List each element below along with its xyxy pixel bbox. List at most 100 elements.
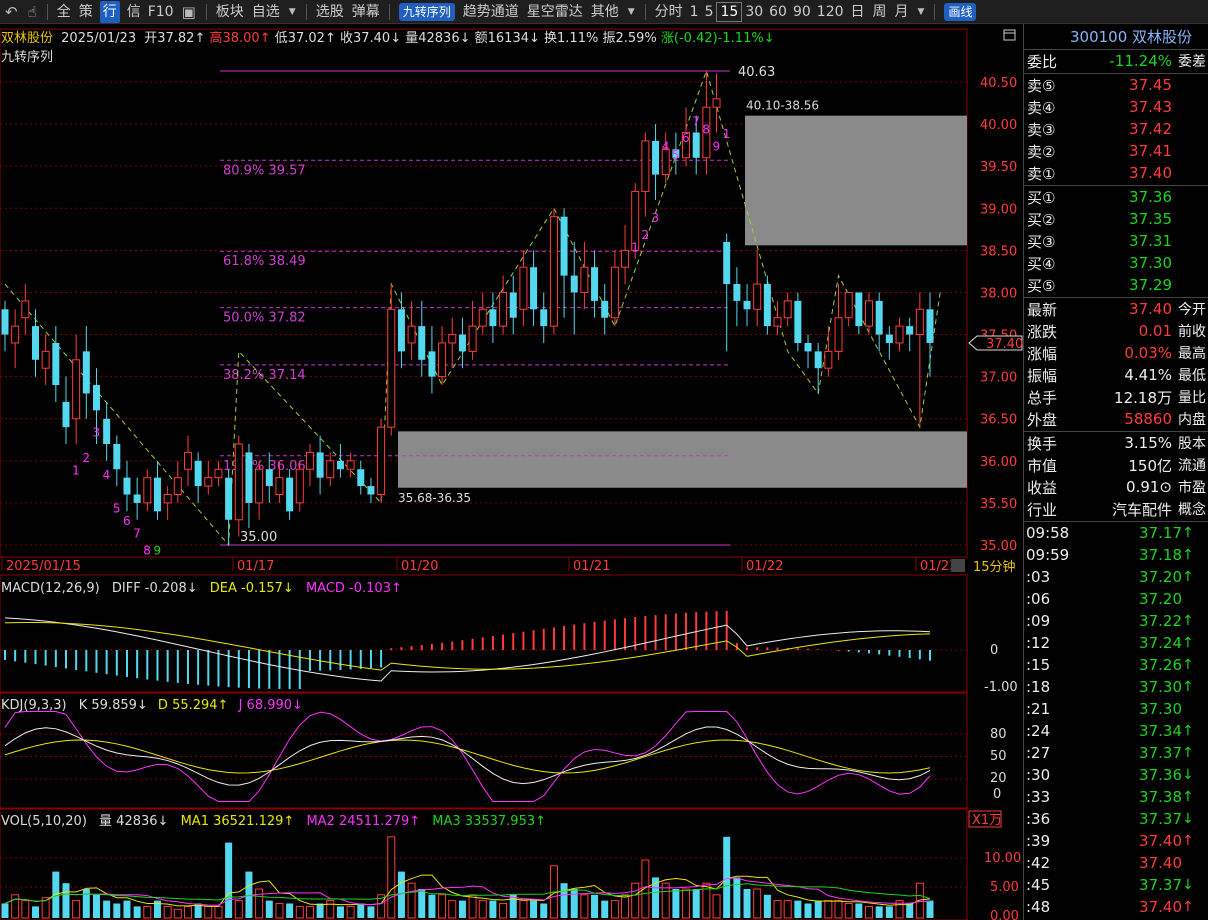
tick-list[interactable]: 09:58 37.17 ↑ 09:59 37.18 ↑:03 37.20 ↑:06 37.20:… [1024,522,1208,918]
volume-bar [316,903,324,918]
tick-time: :39 [1026,832,1051,850]
candle-body [773,317,782,327]
candle-body [478,308,487,327]
period-15[interactable]: 15 [716,1,743,22]
left-arrow-icon[interactable]: ↶ [0,1,23,23]
tick-row: 09:58 37.17 ↑ [1024,522,1208,544]
fund-value: 3.15% [1124,434,1172,452]
bid-price: 37.36 [1129,188,1172,206]
volume-bar [672,889,680,918]
fib-label: 61.8% 38.49 [223,254,306,269]
volume-bar [712,894,721,919]
volume-bar [31,906,39,918]
toolbar-quan[interactable]: 全 [53,1,75,23]
period-fenshi[interactable]: 分时 [651,1,687,23]
candle-body [92,385,100,411]
tick-row: :48 37.40 ↑ [1024,896,1208,918]
toolbar-xingkong[interactable]: 星空雷达 [523,1,587,23]
volume-bar [113,903,121,918]
candle-body [428,351,436,377]
stat-label: 涨幅 [1027,344,1058,363]
period-90[interactable]: 90 [790,1,814,23]
volume-bar [428,894,436,918]
candle-body [326,460,335,479]
fund-right-label: 市盈 [1178,480,1206,496]
volume-bar [794,900,802,918]
toolbar-qushi[interactable]: 趋势通道 [459,1,523,23]
diff-line [4,617,931,682]
scroll-box[interactable] [951,559,965,572]
nine-count-label: 6 [682,131,690,145]
bid-book: 买① 37.36 买② 37.35 买③ 37.31 买④ 37.30 买⑤ 37.29 [1024,186,1208,296]
period-120[interactable]: 120 [814,1,847,23]
candle-body [225,477,233,520]
toolbar-xuangu[interactable]: 选股 [312,1,348,23]
tick-price: 37.40 [1139,832,1182,850]
period-label: 15分钟 [973,559,1016,575]
stat-row: 外盘 58860 内盘 [1024,408,1208,430]
tick-arrow: ↓ [1182,767,1194,783]
toolbar-zixuan[interactable]: 自选 [248,1,284,23]
ask-label: 卖① [1027,164,1056,183]
toolbar-xin[interactable]: 信 [123,1,145,23]
period-day[interactable]: 日 [847,1,869,23]
volume-bar [62,883,70,918]
volume-bar [763,894,771,918]
volume-bar [601,900,609,918]
period-60[interactable]: 60 [766,1,790,23]
volume-bar [133,906,141,918]
toolbar-danmu[interactable]: 弹幕 [348,1,384,23]
stock-change: 涨(-0.42)-1.11%↓ [661,31,775,46]
volume-bar [163,905,172,919]
restore-icon[interactable] [1003,29,1016,41]
candle-body [530,267,538,310]
volume-bar [824,900,833,919]
macd-histogram [0,610,967,690]
volume-bar [367,906,375,918]
candle-body [509,292,517,318]
quote-sidebar: 300100 双林股份 委比 -11.24% 委差 卖⑤ 37.45 卖④ 37.43… [1023,24,1208,920]
toolbar-qita[interactable]: 其他 [587,1,623,23]
period-week[interactable]: 周 [869,1,891,23]
candle-body [560,216,568,276]
toolbar-hang[interactable]: 行 [99,0,120,23]
volume-bar [631,882,640,919]
period-30[interactable]: 30 [742,1,766,23]
toolbar-f10[interactable]: F10 [145,1,177,23]
webi-value: -11.24% [1109,52,1172,70]
period-5[interactable]: 5 [702,1,717,23]
kline-chart[interactable]: 40.10-38.5635.68-36.35 40.6335.0080.9% 3… [0,24,1023,920]
fundamental-row: 市值 150亿 流通 [1024,454,1208,476]
toolbar-ce[interactable]: 策 [75,1,97,23]
bid-price: 37.31 [1129,232,1172,250]
hand-cursor-icon[interactable]: ☝ [23,1,42,23]
volume-bar [143,905,152,919]
volume-bar [234,900,243,919]
candle-body [804,342,812,352]
volume-bar [834,900,843,919]
candle-body [794,300,802,343]
draw-line-button[interactable]: 画线 [944,2,977,21]
dropdown-arrow-icon[interactable]: ▼ [913,1,930,23]
volume-bar [661,882,670,919]
tick-row: :36 37.37 ↓ [1024,808,1208,830]
kdj-k: K 59.859↓ [79,698,148,713]
stock-low: 低37.02↑ [275,31,336,46]
fund-value: 0.91⊙ [1126,478,1172,496]
dropdown-arrow-icon[interactable]: ▼ [623,1,640,23]
stat-value: 0.03% [1124,344,1172,362]
period-1[interactable]: 1 [687,1,702,23]
vol-ma2: MA2 24511.279↑ [306,814,420,829]
quote-stats: 最新 37.40 今开 涨跌 0.01 前收 涨幅 0.03% 最高 振幅 4.41% 最低 总手 12.… [1024,298,1208,430]
volume-bar [723,836,731,918]
layers-icon[interactable]: ▣ [177,1,201,23]
candle-body [357,469,365,487]
stat-row: 总手 12.18万 量比 [1024,386,1208,408]
fund-label: 行业 [1027,500,1058,519]
dropdown-arrow-icon[interactable]: ▼ [284,1,301,23]
period-month[interactable]: 月 [891,1,913,23]
toolbar-jiuzhuan[interactable]: 九转序列 [398,2,455,21]
toolbar-bankuai[interactable]: 板块 [212,1,248,23]
candle-body [52,342,60,386]
candle-body [214,468,223,479]
